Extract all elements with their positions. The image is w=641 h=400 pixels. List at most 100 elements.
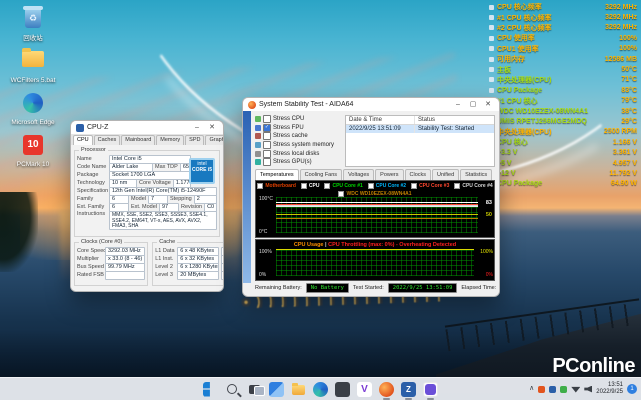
- clock-time: 13:51: [596, 382, 623, 389]
- legend-checkbox[interactable]: [368, 183, 374, 189]
- checkbox[interactable]: [263, 158, 271, 166]
- aida64-tab[interactable]: Powers: [375, 169, 403, 180]
- y-axis-max: 100%: [259, 249, 272, 255]
- aida64-tab[interactable]: Statistics: [460, 169, 492, 180]
- edge-icon: [21, 93, 45, 117]
- field-label: Model: [131, 196, 146, 202]
- legend-item[interactable]: Motherboard: [257, 182, 296, 189]
- aida64-tab[interactable]: Temperatures: [255, 169, 299, 180]
- legend-checkbox[interactable]: [411, 183, 417, 189]
- tray-app-icon[interactable]: [560, 386, 567, 393]
- sensor-icon: [489, 57, 494, 62]
- sensor-value: 11.792 V: [609, 170, 637, 177]
- desktop-icon-edge[interactable]: Microsoft Edge: [6, 93, 60, 126]
- notification-icon[interactable]: 1: [627, 384, 637, 394]
- legend-checkbox[interactable]: [324, 183, 330, 189]
- desktop-icon-pcmark10[interactable]: 10 PCMark 10: [6, 135, 60, 168]
- close-icon[interactable]: ✕: [482, 99, 494, 111]
- aida64-tab[interactable]: Clocks: [405, 169, 432, 180]
- tray-cpuz-icon[interactable]: [549, 386, 556, 393]
- sensor-value: 1.166 V: [613, 139, 637, 146]
- stress-option[interactable]: Stress local disks: [255, 149, 343, 158]
- volume-icon[interactable]: [584, 386, 592, 393]
- sensor-value: 38°C: [621, 108, 637, 115]
- desktop-icon-folder[interactable]: WCFilters 5.bat: [6, 51, 60, 84]
- cpuz-titlebar[interactable]: CPU-Z – ✕: [71, 121, 223, 134]
- checkbox[interactable]: [263, 150, 271, 158]
- sensor-value: 79°C: [621, 97, 637, 104]
- tray-aida64-icon[interactable]: [538, 386, 545, 393]
- legend-checkbox[interactable]: [454, 183, 460, 189]
- widgets-icon[interactable]: [269, 382, 284, 397]
- desktop-icon-recycle-bin[interactable]: 回收站: [6, 9, 60, 42]
- table-row[interactable]: 2022/9/25 13:51:09 Stability Test: Start…: [346, 125, 494, 133]
- checkbox[interactable]: ✓: [263, 124, 271, 132]
- aida64-titlebar[interactable]: System Stability Test - AIDA64 – ▢ ✕: [243, 98, 499, 111]
- aida64-tab[interactable]: Unified: [432, 169, 459, 180]
- cpuz-tab[interactable]: Graphics: [205, 135, 224, 145]
- checkbox[interactable]: [263, 132, 271, 140]
- stress-option[interactable]: Stress system memory: [255, 141, 343, 150]
- aida64-taskbar-icon[interactable]: [379, 382, 394, 397]
- cpuz-tab[interactable]: Memory: [156, 135, 184, 145]
- stress-option[interactable]: Stress cache: [255, 132, 343, 141]
- file-explorer-icon[interactable]: [292, 385, 305, 395]
- legend-item[interactable]: CPU Core #3: [411, 182, 449, 189]
- legend-item[interactable]: CPU: [301, 182, 320, 189]
- minimize-icon[interactable]: –: [191, 122, 203, 134]
- checkbox[interactable]: [263, 115, 271, 123]
- sensor-icon: [489, 36, 494, 41]
- checkbox-label: Stress system memory: [273, 142, 334, 148]
- clocks-group: Clocks (Core #0) Core Speed3292.03 MHz M…: [74, 242, 148, 286]
- edge-icon[interactable]: [313, 382, 328, 397]
- cpuz-tab[interactable]: Caches: [94, 135, 121, 145]
- sensor-value: 83°C: [621, 87, 637, 94]
- sensor-value: 3292 MHz: [605, 24, 637, 31]
- legend-checkbox[interactable]: [301, 183, 307, 189]
- stress-option[interactable]: Stress CPU: [255, 115, 343, 124]
- hidden-icons-chevron[interactable]: ∧: [529, 385, 534, 393]
- start-button-icon[interactable]: [203, 382, 218, 397]
- test-status-row: Remaining Battery: No Battery Test Start…: [255, 283, 500, 293]
- legend-item[interactable]: CPU Core #4: [454, 182, 492, 189]
- legend-item[interactable]: CPU Core #2: [368, 182, 406, 189]
- aida64-tab[interactable]: Cooling Fans: [300, 169, 342, 180]
- task-view-icon[interactable]: [249, 385, 260, 394]
- aida64-tab[interactable]: Voltages: [343, 169, 374, 180]
- chart-line: [276, 218, 478, 219]
- socket-select[interactable]: Socket #1: [100, 291, 141, 293]
- aida64-buttons: Start Stop Clear Save CPUID Preferences …: [249, 296, 493, 297]
- legend-checkbox[interactable]: [338, 191, 344, 197]
- minimize-icon[interactable]: –: [452, 99, 464, 111]
- cpuz-tab[interactable]: CPU: [73, 135, 93, 145]
- group-legend: Cache: [157, 239, 177, 245]
- stress-option[interactable]: Stress GPU(s): [255, 158, 343, 167]
- purple-app-icon[interactable]: [425, 384, 436, 395]
- stress-options: Stress CPU ✓ Stress FPU Stress cache: [255, 115, 343, 167]
- taskbar-clock[interactable]: 13:51 2022/9/25: [596, 382, 623, 396]
- started-label: Test Started:: [353, 285, 384, 291]
- dark-app-icon[interactable]: [335, 382, 350, 397]
- v-app-icon[interactable]: V: [357, 382, 372, 397]
- pconline-watermark: PConline: [552, 355, 635, 378]
- cpuz-tab[interactable]: Mainboard: [121, 135, 155, 145]
- cpuz-taskbar-icon[interactable]: Z: [401, 382, 416, 397]
- icon-label: 回收站: [6, 35, 60, 42]
- stress-option[interactable]: ✓ Stress FPU: [255, 124, 343, 133]
- checkbox[interactable]: [263, 141, 271, 149]
- legend-item[interactable]: CPU Core #1: [324, 182, 362, 189]
- elapsed-label: Elapsed Time:: [461, 285, 496, 291]
- group-legend: Clocks (Core #0): [79, 239, 124, 245]
- cell-time: 2022/9/25 13:51:09: [346, 125, 415, 133]
- clock-date: 2022/9/25: [596, 389, 623, 396]
- aida64-title: System Stability Test - AIDA64: [259, 101, 449, 108]
- close-icon[interactable]: ✕: [206, 122, 218, 134]
- legend-item[interactable]: WDC WD10EZEX-08WN4A1: [338, 190, 411, 197]
- cpuz-tab[interactable]: SPD: [185, 135, 204, 145]
- sensor-value: 100%: [619, 35, 637, 42]
- legend-checkbox[interactable]: [257, 183, 263, 189]
- folder-icon: [21, 51, 45, 75]
- search-icon[interactable]: [227, 384, 237, 394]
- network-icon[interactable]: [571, 386, 580, 393]
- maximize-icon[interactable]: ▢: [467, 99, 479, 111]
